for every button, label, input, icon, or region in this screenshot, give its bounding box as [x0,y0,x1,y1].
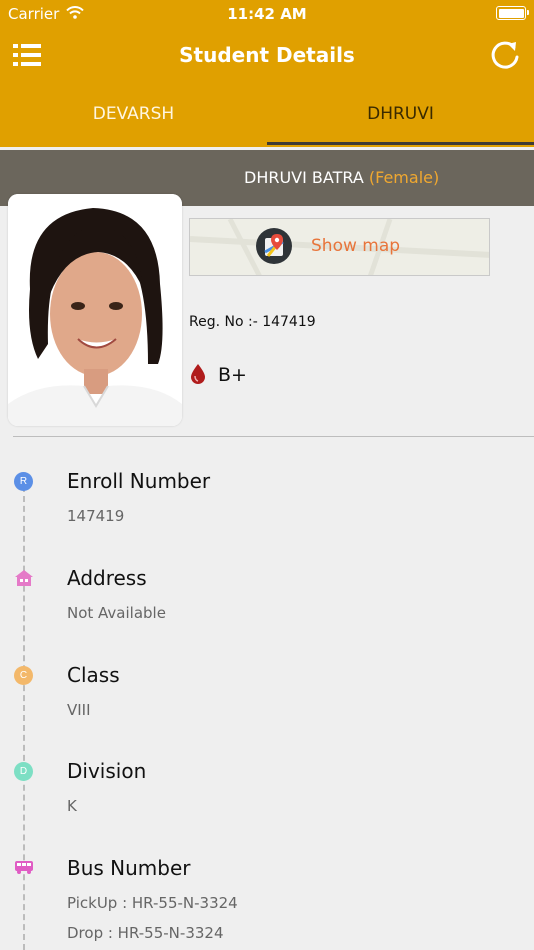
list-menu-icon[interactable] [10,40,46,70]
bus-icon [15,861,33,874]
detail-value: 147419 [67,507,125,525]
student-photo-image [8,194,182,426]
show-map-label: Show map [311,236,401,256]
detail-label: Address [67,566,147,590]
navigation-bar: Student Details [0,30,534,82]
detail-label: Division [67,759,147,783]
registration-number: Reg. No :- 147419 [189,314,316,330]
map-pin-icon [256,228,292,264]
blood-drop-icon [191,364,205,384]
detail-value: VIII [67,701,91,719]
clock: 11:42 AM [227,5,307,23]
detail-value: Not Available [67,604,166,622]
tab-devarsh[interactable]: DEVARSH [0,84,267,144]
student-gender: (Female) [368,168,440,187]
detail-label: Class [67,663,120,687]
status-bar: Carrier 11:42 AM [0,0,534,30]
detail-value: K [67,797,77,815]
page-title: Student Details [179,43,355,67]
refresh-icon[interactable] [488,38,522,72]
battery-icon [496,6,529,20]
detail-address: Address Not Available [0,566,534,656]
detail-class: C Class VIII [0,663,534,753]
section-divider [13,436,534,437]
detail-division: D Division K [0,759,534,849]
tab-dhruvi[interactable]: DHRUVI [267,84,534,144]
division-marker-icon: D [14,762,33,781]
student-tabs: DEVARSH DHRUVI [0,84,534,147]
blood-group: B+ [218,364,247,386]
student-photo [8,194,182,426]
selected-tab-indicator [267,142,534,145]
detail-label: Enroll Number [67,469,211,493]
detail-label: Bus Number [67,856,191,880]
detail-bus-number: Bus Number PickUp : HR-55-N-3324 Drop : … [0,856,534,946]
house-icon [15,570,33,586]
bus-drop: Drop : HR-55-N-3324 [67,924,224,942]
student-name: DHRUVI BATRA [244,168,364,187]
enroll-marker-icon: R [14,472,33,491]
bus-pickup: PickUp : HR-55-N-3324 [67,894,238,912]
show-map-button[interactable]: Show map [189,218,490,276]
app-header: Carrier 11:42 AM Student Details DEVARSH… [0,0,534,147]
class-marker-icon: C [14,666,33,685]
detail-enroll-number: R Enroll Number 147419 [0,469,534,559]
